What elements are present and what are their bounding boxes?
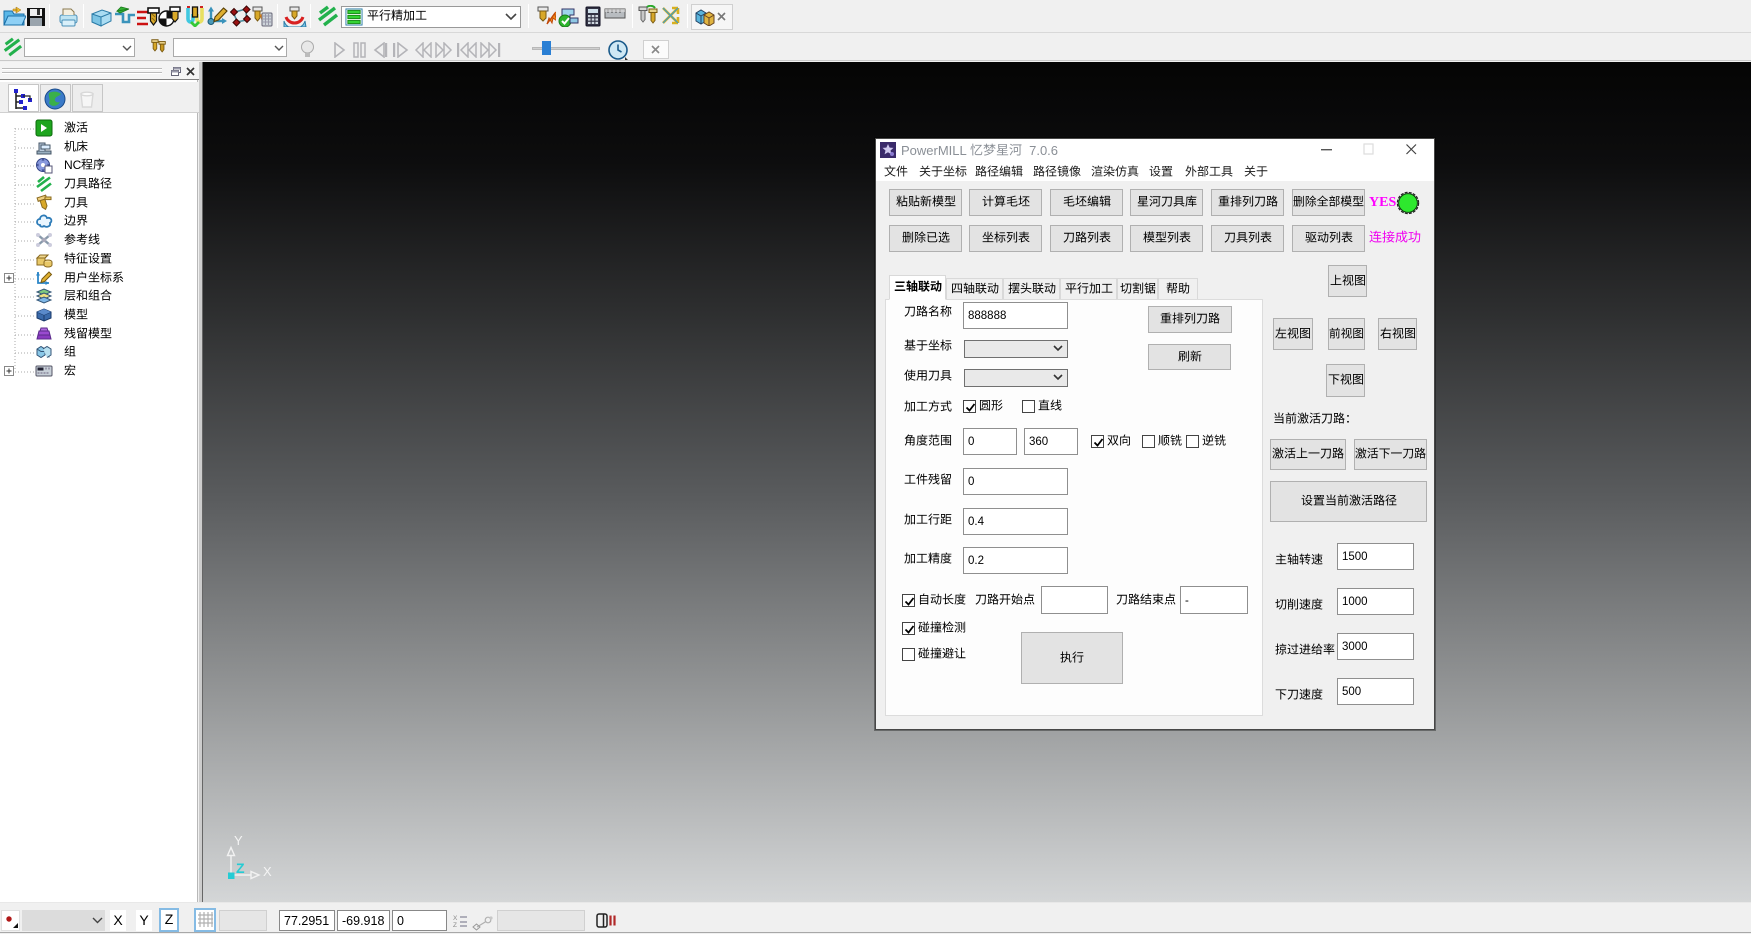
svg-text:X: X — [263, 864, 272, 879]
svg-text:X: X — [453, 915, 458, 922]
svg-text:Z: Z — [236, 860, 245, 876]
svg-text:Z: Z — [453, 922, 457, 928]
svg-text:Y: Y — [234, 833, 243, 848]
